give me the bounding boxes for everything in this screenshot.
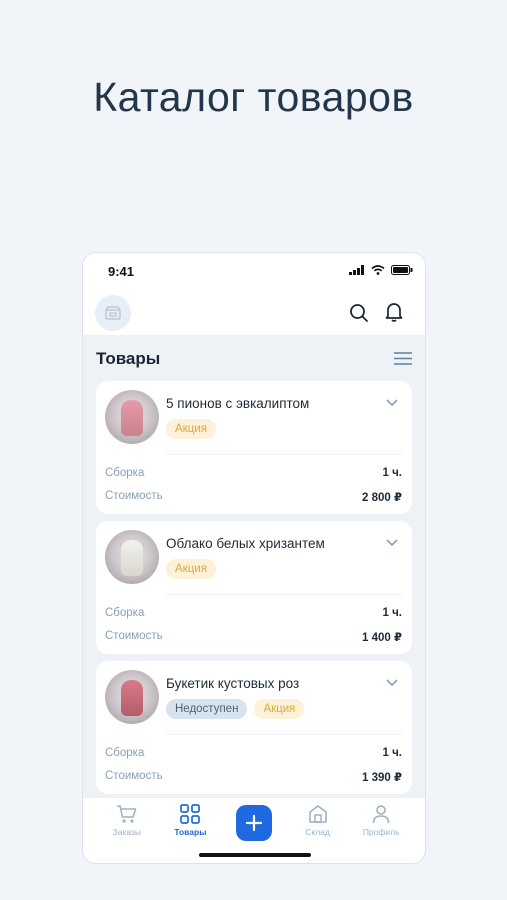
app-bar (83, 289, 425, 335)
page-headline: Каталог товаров (93, 74, 414, 120)
divider (166, 594, 402, 595)
chevron-down-icon[interactable] (386, 399, 398, 407)
row-label: Сборка (105, 607, 145, 619)
user-icon (372, 805, 390, 824)
row-value: 1 390 ₽ (362, 772, 402, 784)
promo-badge: Акция (166, 419, 216, 439)
row-label: Стоимость (105, 490, 163, 502)
tab-label: Склад (305, 827, 330, 837)
chevron-down-icon[interactable] (386, 679, 398, 687)
row-label: Стоимость (105, 770, 163, 782)
price-row: Стоимость 2 800 ₽ (105, 490, 402, 504)
row-value: 1 ч. (382, 467, 402, 479)
tab-label: Товары (174, 827, 207, 837)
status-bar: 9:41 (83, 253, 425, 289)
assembly-row: Сборка 1 ч. (105, 607, 402, 619)
unavailable-badge: Недоступен (166, 699, 248, 719)
product-tags: Акция (166, 419, 216, 439)
menu-icon[interactable] (394, 352, 412, 365)
row-label: Сборка (105, 747, 145, 759)
assembly-row: Сборка 1 ч. (105, 747, 402, 759)
promo-badge: Акция (166, 559, 216, 579)
row-label: Стоимость (105, 630, 163, 642)
tab-orders[interactable]: Заказы (100, 804, 154, 863)
product-card[interactable]: Облако белых хризантем Акция Сборка 1 ч. … (96, 521, 412, 654)
price-row: Стоимость 1 400 ₽ (105, 630, 402, 644)
product-card[interactable]: Букетик кустовых роз Недоступен Акция Сб… (96, 661, 412, 794)
price-row: Стоимость 1 390 ₽ (105, 770, 402, 784)
signal-icon (349, 265, 364, 275)
warehouse-icon (308, 805, 327, 823)
section-title: Товары (96, 349, 161, 368)
product-image (105, 390, 159, 444)
section-header: Товары (83, 335, 425, 381)
tab-profile[interactable]: Профиль (354, 804, 408, 863)
tab-label: Заказы (112, 827, 141, 837)
row-label: Сборка (105, 467, 145, 479)
product-name: Облако белых хризантем (166, 536, 325, 551)
phone-frame: 9:41 Товары 5 пионов с эвкалиптом Акция … (82, 252, 426, 864)
row-value: 1 ч. (382, 747, 402, 759)
product-image (105, 670, 159, 724)
store-logo[interactable] (95, 295, 131, 331)
cart-icon (116, 805, 137, 823)
home-indicator (199, 853, 311, 857)
product-tags: Недоступен Акция (166, 699, 305, 719)
product-tags: Акция (166, 559, 216, 579)
chevron-down-icon[interactable] (386, 539, 398, 547)
bell-icon[interactable] (385, 302, 403, 322)
grid-icon (180, 804, 201, 824)
promo-badge: Акция (254, 699, 305, 719)
row-value: 1 ч. (382, 607, 402, 619)
row-value: 2 800 ₽ (362, 492, 402, 504)
product-name: 5 пионов с эвкалиптом (166, 396, 310, 411)
tab-label: Профиль (362, 827, 400, 837)
divider (166, 734, 402, 735)
product-image (105, 530, 159, 584)
status-icons (349, 265, 413, 275)
product-name: Букетик кустовых роз (166, 676, 300, 691)
battery-icon (391, 265, 413, 275)
search-icon[interactable] (349, 303, 369, 323)
add-fab[interactable] (235, 805, 272, 841)
product-card[interactable]: 5 пионов с эвкалиптом Акция Сборка 1 ч. С… (96, 381, 412, 514)
store-icon (105, 306, 121, 320)
wifi-icon (371, 265, 385, 275)
product-list: 5 пионов с эвкалиптом Акция Сборка 1 ч. С… (83, 381, 425, 794)
assembly-row: Сборка 1 ч. (105, 467, 402, 479)
divider (166, 454, 402, 455)
plus-icon (245, 815, 262, 831)
row-value: 1 400 ₽ (362, 632, 402, 644)
status-time: 9:41 (108, 264, 135, 279)
